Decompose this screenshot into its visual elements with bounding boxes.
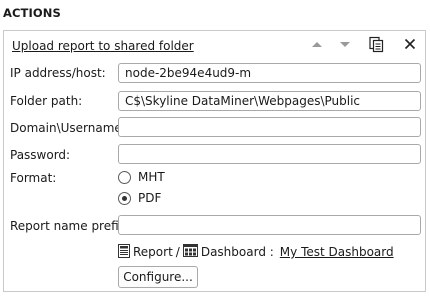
folder-path-input[interactable] bbox=[118, 91, 421, 111]
chevron-up-icon[interactable] bbox=[308, 35, 326, 53]
report-prefix-input[interactable] bbox=[118, 215, 421, 235]
action-header: Upload report to shared folder bbox=[4, 31, 425, 57]
format-option-mht-label: MHT bbox=[138, 170, 165, 184]
section-title: ACTIONS bbox=[3, 6, 61, 20]
report-label: Report bbox=[133, 245, 173, 259]
format-radio-mht[interactable] bbox=[118, 171, 131, 184]
format-option-pdf-label: PDF bbox=[138, 191, 162, 205]
report-prefix-label: Report name prefix: bbox=[10, 219, 130, 233]
format-label: Format: bbox=[10, 171, 57, 185]
dashboard-link[interactable]: My Test Dashboard bbox=[280, 245, 394, 259]
password-input[interactable] bbox=[118, 144, 421, 164]
chevron-down-icon[interactable] bbox=[336, 35, 354, 53]
close-icon[interactable] bbox=[401, 35, 419, 53]
ip-address-input[interactable] bbox=[118, 63, 421, 83]
dashboard-label: Dashboard : bbox=[200, 245, 274, 259]
report-icon bbox=[118, 243, 130, 261]
folder-path-label: Folder path: bbox=[10, 94, 83, 108]
domain-username-label: Domain\Username: bbox=[10, 121, 126, 135]
dashboard-icon bbox=[182, 244, 198, 260]
format-radio-pdf[interactable] bbox=[118, 192, 131, 205]
ip-address-label: IP address/host: bbox=[10, 66, 106, 80]
copy-icon[interactable] bbox=[367, 35, 385, 53]
dashboard-row: Report / Dashboard : My Test Dashboard bbox=[118, 243, 394, 261]
configure-button[interactable]: Configure... bbox=[118, 266, 198, 288]
report-dashboard-separator: / bbox=[175, 245, 180, 259]
password-label: Password: bbox=[10, 148, 71, 162]
action-panel: Upload report to shared folder IP addres… bbox=[3, 30, 426, 292]
domain-username-input[interactable] bbox=[118, 117, 421, 137]
action-title-link[interactable]: Upload report to shared folder bbox=[12, 39, 194, 53]
